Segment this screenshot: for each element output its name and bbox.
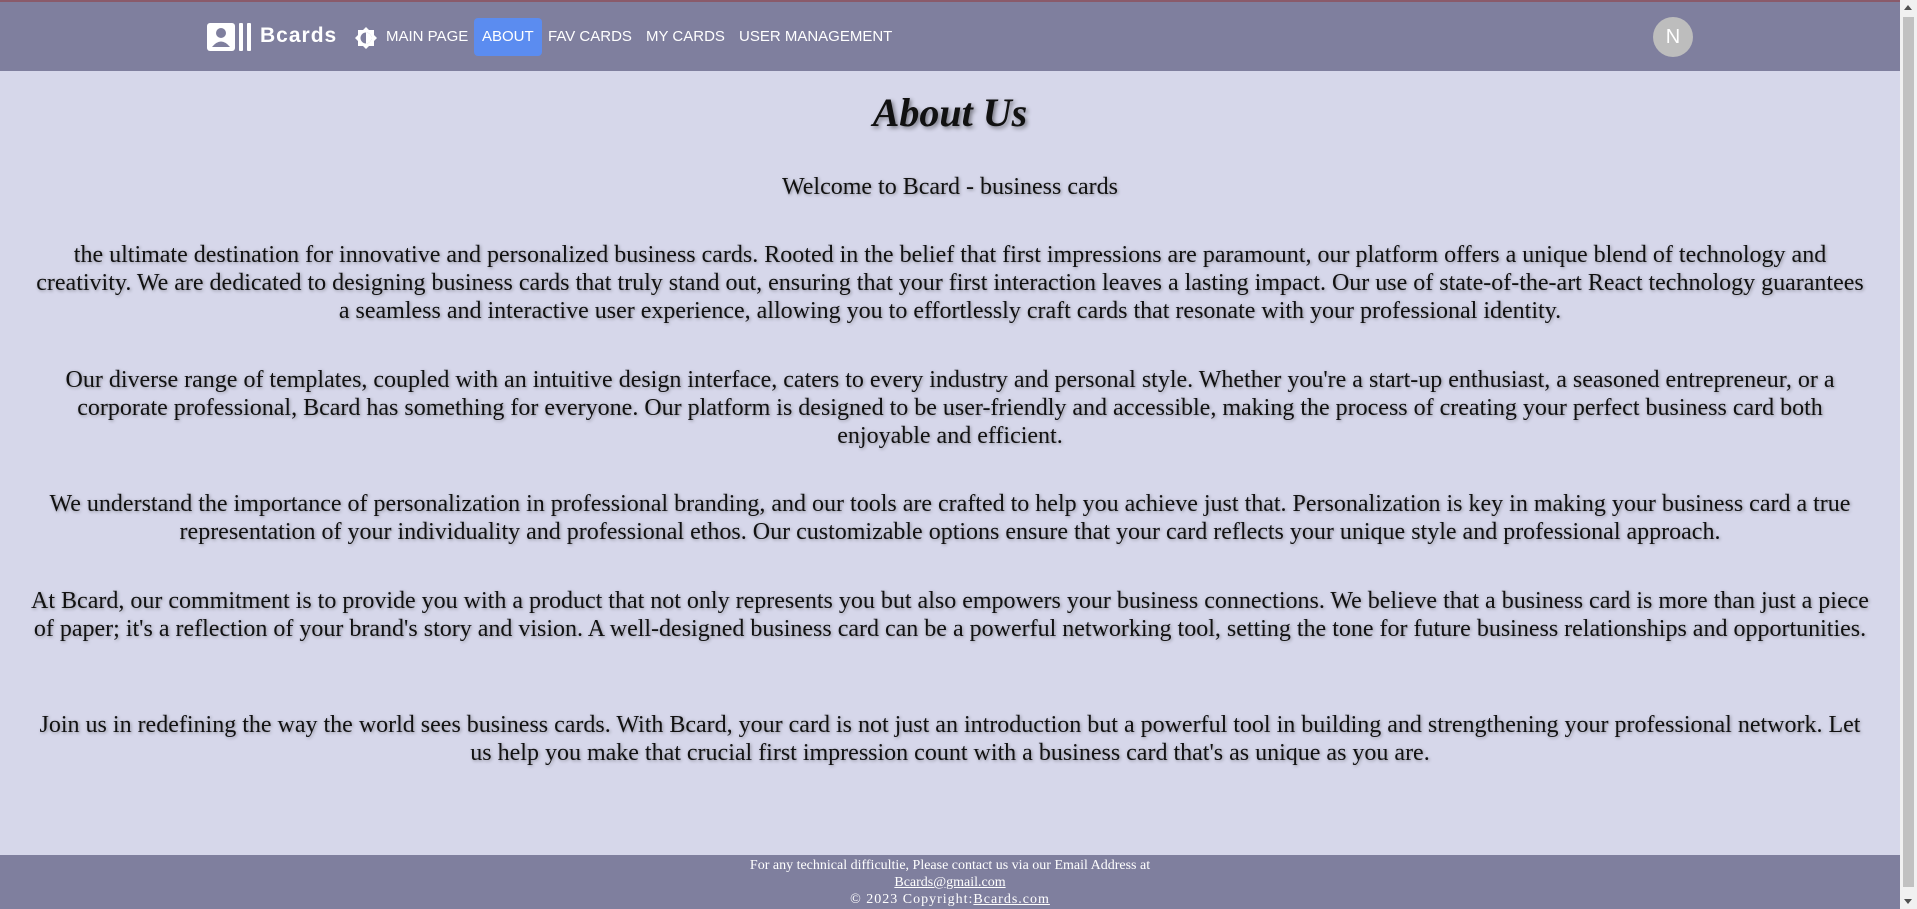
footer-email-link[interactable]: Bcards@gmail.com: [894, 875, 1005, 890]
footer-copyright: © 2023 Copyright:Bcards.com: [0, 891, 1900, 908]
about-paragraph: Join us in redefining the way the world …: [39, 712, 1861, 766]
about-paragraph: the ultimate destination for innovative …: [36, 242, 1864, 324]
nav-about[interactable]: ABOUT: [474, 18, 542, 56]
nav-my-cards[interactable]: MY CARDS: [638, 18, 733, 56]
scroll-up-arrow-icon[interactable]: [1904, 5, 1912, 10]
nav-user-management[interactable]: USER MANAGEMENT: [731, 18, 900, 56]
nav-main-page[interactable]: MAIN PAGE: [378, 18, 476, 56]
vertical-scrollbar[interactable]: [1900, 0, 1917, 909]
user-avatar[interactable]: N: [1653, 17, 1693, 57]
footer: For any technical difficultie, Please co…: [0, 855, 1900, 909]
copyright-text: © 2023 Copyright:: [850, 892, 974, 907]
scroll-thumb[interactable]: [1903, 17, 1914, 887]
about-paragraph: We understand the importance of personal…: [49, 491, 1851, 545]
navbar: Bcards MAIN PAGE ABOUT FAV CARDS MY CARD…: [0, 2, 1900, 71]
brand-name[interactable]: Bcards: [260, 24, 337, 48]
footer-contact-text: For any technical difficultie, Please co…: [749, 858, 1151, 873]
about-paragraph: At Bcard, our commitment is to provide y…: [31, 588, 1869, 642]
about-paragraph: Our diverse range of templates, coupled …: [65, 367, 1835, 449]
brightness-toggle-icon[interactable]: [354, 26, 378, 50]
scroll-down-arrow-icon[interactable]: [1904, 899, 1912, 904]
nav-fav-cards[interactable]: FAV CARDS: [540, 18, 640, 56]
welcome-text: Welcome to Bcard - business cards: [782, 174, 1118, 200]
copyright-link[interactable]: Bcards.com: [973, 892, 1049, 907]
contact-card-icon[interactable]: [206, 22, 252, 52]
page-title: About Us: [872, 90, 1028, 135]
